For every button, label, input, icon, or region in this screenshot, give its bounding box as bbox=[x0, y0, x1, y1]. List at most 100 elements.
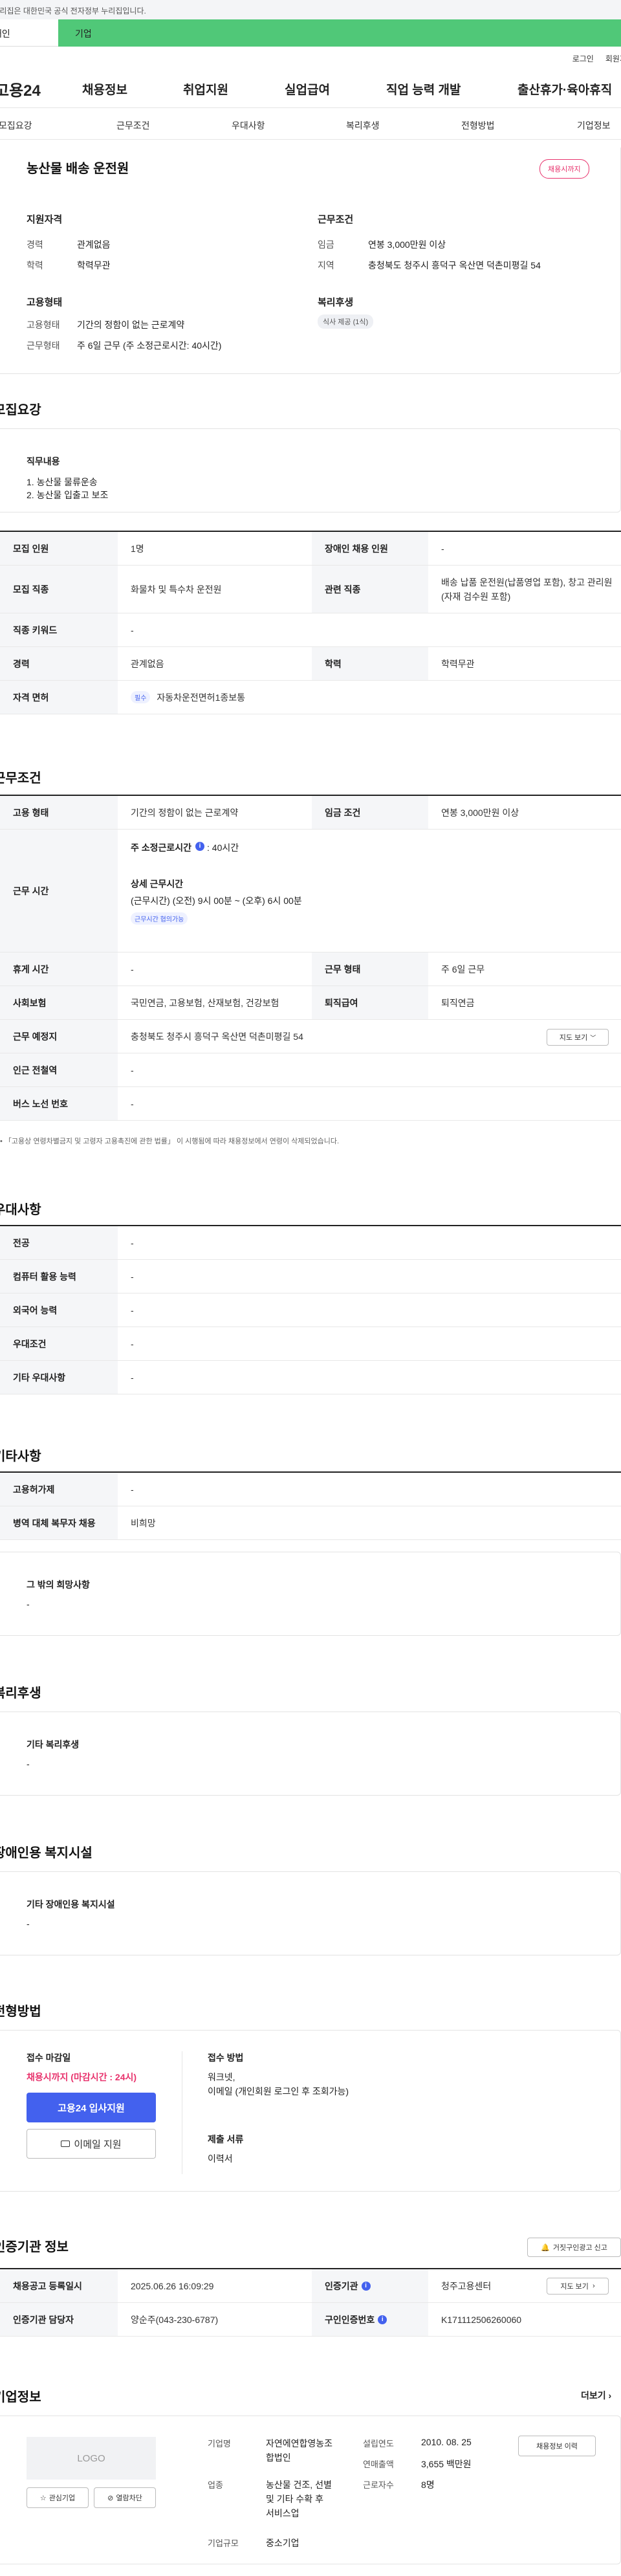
gnb-item-unemployment-benefit[interactable]: 실업급여 bbox=[285, 80, 330, 98]
info-icon[interactable]: i bbox=[361, 2281, 371, 2291]
welfare-title: 복리후생 bbox=[318, 297, 354, 308]
tab-company[interactable]: 기업 bbox=[58, 19, 621, 47]
signup-link[interactable]: 회원가입 bbox=[605, 53, 621, 66]
disabled-heading: 장애인용 복지시설 bbox=[0, 1846, 93, 1860]
star-icon: ☆ bbox=[39, 2494, 47, 2502]
sales-label: 연매출액 bbox=[363, 2460, 394, 2469]
section-tabs: 모집요강 근무조건 우대사항 복리후생 전형방법 기업정보 bbox=[0, 107, 621, 140]
favorite-company-button[interactable]: ☆ 관심기업 bbox=[27, 2487, 89, 2508]
row-value-wrap: 필수 자동차운전면허1종보통 bbox=[118, 681, 621, 714]
duty-line: 1. 농산물 물류운송 bbox=[27, 477, 98, 487]
map-button[interactable]: 지도 보기 ﹀ bbox=[547, 1029, 609, 1046]
table-row: 병역 대체 복무자 채용 비희망 bbox=[0, 1506, 621, 1540]
region-value: 충청북도 청주시 흥덕구 옥산면 덕촌미평길 54 bbox=[368, 260, 541, 270]
age-notice: • 「고용상 연령차별금지 및 고령자 고용촉진에 관한 법률」 이 시행됨에 … bbox=[0, 1138, 340, 1145]
row-value: K171112506260060 bbox=[441, 2314, 522, 2325]
company-size-value: 중소기업 bbox=[266, 2538, 300, 2548]
required-chip: 필수 bbox=[131, 691, 151, 703]
duty-title: 직무내용 bbox=[27, 456, 60, 467]
employees-value: 8명 bbox=[421, 2480, 435, 2490]
row-label: 퇴직급여 bbox=[312, 986, 428, 1019]
disabled-box: 기타 장애인용 복지시설 - bbox=[0, 1871, 621, 1955]
hours-detail-value: (근무시간) (오전) 9시 00분 ~ (오후) 6시 00분 bbox=[131, 896, 302, 906]
row-label: 사회보험 bbox=[0, 986, 118, 1019]
email-apply-button[interactable]: 이메일 지원 bbox=[27, 2129, 156, 2159]
row-label: 인증기관 담당자 bbox=[0, 2303, 118, 2336]
tab-recruit[interactable]: 모집요강 bbox=[0, 119, 32, 132]
row-value: - bbox=[131, 1338, 134, 1349]
row-label: 장애인 채용 인원 bbox=[312, 532, 428, 565]
agency-heading: 인증기관 정보 bbox=[0, 2240, 69, 2254]
row-label: 구인인증번호 i bbox=[312, 2303, 428, 2336]
gnb-item-vocational-training[interactable]: 직업 능력 개발 bbox=[386, 80, 461, 98]
job-title: 농산물 배송 운전원 bbox=[27, 162, 129, 176]
row-value: - bbox=[131, 1064, 134, 1075]
company-heading: 기업정보 bbox=[0, 2390, 41, 2405]
table-row: 자격 면허 필수 자동차운전면허1종보통 bbox=[0, 681, 621, 714]
site-logo[interactable]: 고용24 bbox=[0, 78, 41, 100]
row-value: 학력무관 bbox=[441, 658, 475, 669]
gnb-item-employment-support[interactable]: 취업지원 bbox=[183, 80, 228, 98]
row-value: 연봉 3,000만원 이상 bbox=[441, 807, 519, 818]
row-label: 근무 예정지 bbox=[0, 1020, 118, 1053]
row-label: 근무 형태 bbox=[312, 952, 428, 985]
table-row: 채용공고 등록일시 2025.06.26 16:09:29 인증기관 i 청주고용… bbox=[0, 2269, 621, 2303]
info-icon[interactable]: i bbox=[378, 2315, 387, 2324]
company-box: LOGO ☆ 관심기업 ⊘ 열람차단 기업명 자연에연합영농조 합법인 업종 농산물… bbox=[0, 2416, 621, 2564]
block-view-button[interactable]: ⊘ 열람차단 bbox=[94, 2487, 156, 2508]
row-label: 모집 직종 bbox=[0, 566, 118, 613]
recruit-history-button[interactable]: 채용정보 이력 bbox=[518, 2436, 596, 2456]
info-icon[interactable]: i bbox=[195, 842, 204, 851]
gnb-item-parental-leave[interactable]: 출산휴가·육아휴직 bbox=[518, 80, 612, 98]
chevron-down-icon: ﹀ bbox=[590, 1034, 596, 1041]
row-value: 청주고용센터 bbox=[441, 2280, 492, 2291]
table-row: 경력 관계없음 학력 학력무관 bbox=[0, 647, 621, 681]
row-label: 경력 bbox=[0, 647, 118, 680]
tab-welfare[interactable]: 복리후생 bbox=[346, 119, 380, 132]
gnb-item-jobs[interactable]: 채용정보 bbox=[82, 80, 127, 98]
row-value: 퇴직연금 bbox=[441, 997, 475, 1008]
company-more-link[interactable]: 더보기 › bbox=[581, 2389, 611, 2402]
row-value: - bbox=[131, 624, 134, 635]
recruit-heading: 모집요강 bbox=[0, 403, 41, 417]
table-row: 버스 노선 번호 - bbox=[0, 1087, 621, 1121]
deadline-title: 접수 마감일 bbox=[27, 2053, 71, 2063]
row-value: 국민연금, 고용보험, 산재보험, 건강보험 bbox=[131, 997, 279, 1008]
chevron-right-icon: › bbox=[592, 2282, 595, 2290]
row-label: 컴퓨터 활용 능력 bbox=[0, 1260, 118, 1293]
row-value: 1명 bbox=[131, 543, 144, 554]
tab-selection[interactable]: 전형방법 bbox=[461, 119, 495, 132]
login-link[interactable]: 로그인 bbox=[572, 53, 594, 66]
row-value: - bbox=[131, 1484, 134, 1495]
welfare-box: 기타 복리후생 - bbox=[0, 1712, 621, 1796]
tab-company[interactable]: 기업정보 bbox=[577, 119, 611, 132]
tab-conditions[interactable]: 근무조건 bbox=[116, 119, 150, 132]
tab-preference[interactable]: 우대사항 bbox=[232, 119, 265, 132]
row-label: 휴게 시간 bbox=[0, 952, 118, 985]
welfare-box-value: - bbox=[27, 1759, 30, 1769]
etc-box-title: 그 밖의 희망사항 bbox=[27, 1580, 90, 1590]
table-row: 근무 시간 주 소정근로시간 i : 40시간 상세 근무시간 (근무시간) (… bbox=[0, 830, 621, 952]
table-row: 근무 예정지 충청북도 청주시 흥덕구 옥산면 덕촌미평길 54 지도 보기 ﹀ bbox=[0, 1020, 621, 1053]
table-row: 컴퓨터 활용 능력 - bbox=[0, 1260, 621, 1294]
qualification-title: 지원자격 bbox=[27, 214, 63, 225]
wage-label: 임금 bbox=[318, 239, 334, 250]
table-row: 모집 인원 1명 장애인 채용 인원 - bbox=[0, 532, 621, 566]
wage-value: 연봉 3,000만원 이상 bbox=[368, 239, 446, 250]
apply-online-button[interactable]: 고용24 입사지원 bbox=[27, 2093, 156, 2122]
row-label: 학력 bbox=[312, 647, 428, 680]
row-label: 병역 대체 복무자 채용 bbox=[0, 1506, 118, 1539]
row-value: - bbox=[131, 1271, 134, 1282]
gov-banner-text: 이 누리집은 대한민국 공식 전자정부 누리집입니다. bbox=[0, 6, 146, 16]
agency-map-button[interactable]: 지도 보기 › bbox=[547, 2278, 609, 2295]
row-value: - bbox=[131, 1237, 134, 1248]
report-fake-ad-button[interactable]: 🔔 거짓구인광고 신고 bbox=[527, 2238, 621, 2257]
row-label: 우대조건 bbox=[0, 1327, 118, 1360]
row-value: 배송 납품 운전원(납품영업 포함), 창고 관리원(자재 검수원 포함) bbox=[441, 577, 613, 602]
tab-personal[interactable]: 개인 bbox=[0, 19, 58, 47]
welfare-heading: 복리후생 bbox=[0, 1686, 41, 1701]
preference-heading: 우대사항 bbox=[0, 1203, 41, 1217]
row-value: 화물차 및 특수차 운전원 bbox=[131, 584, 222, 595]
method-value-2: 이메일 (개인회원 로그인 후 조회가능) bbox=[208, 2086, 349, 2097]
deadline-badge: 채용시까지 bbox=[539, 159, 589, 179]
